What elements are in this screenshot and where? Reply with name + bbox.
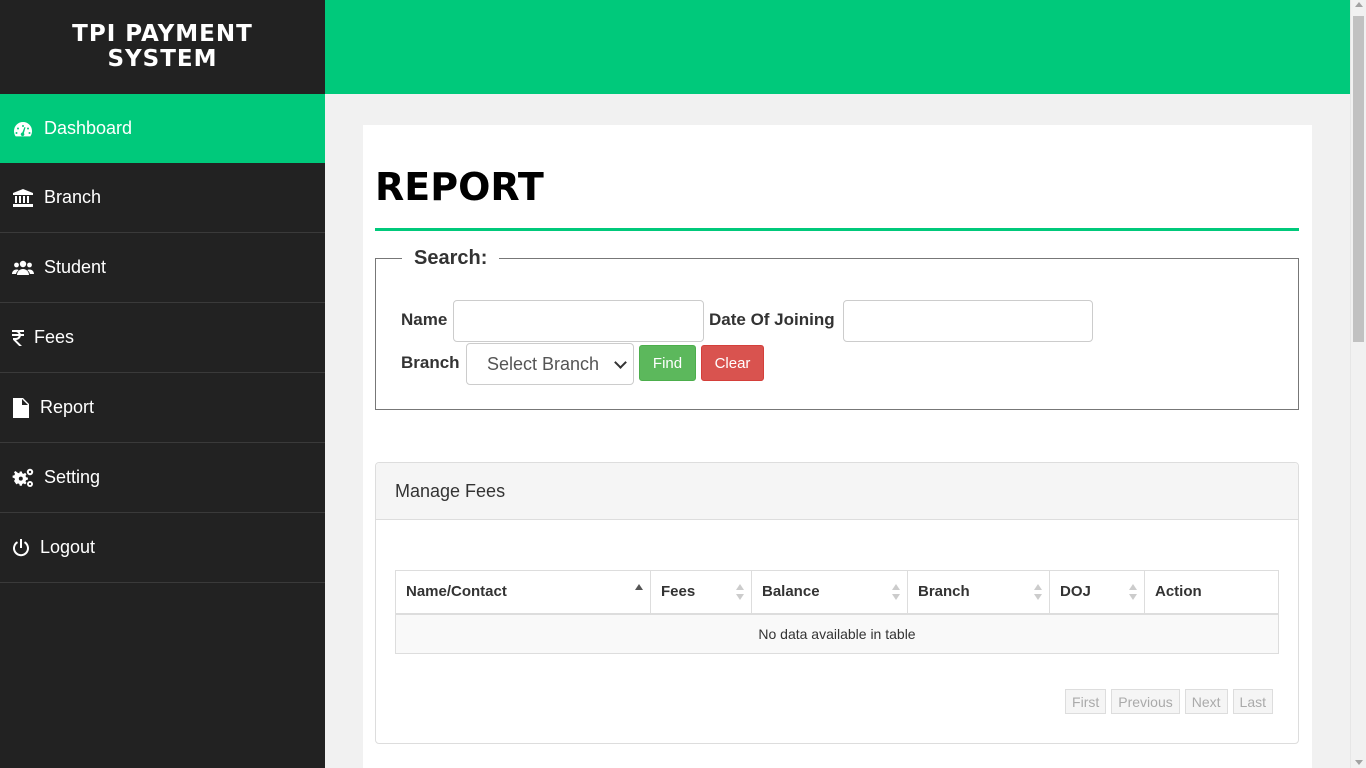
gears-icon — [12, 468, 34, 488]
sidebar-item-student[interactable]: Student — [0, 233, 325, 303]
sidebar-item-label: Logout — [40, 537, 96, 557]
card-title: Manage Fees — [376, 463, 1298, 520]
doj-label: Date Of Joining — [709, 310, 835, 329]
title-divider — [375, 228, 1299, 231]
sidebar-item-fees[interactable]: Fees — [0, 303, 325, 373]
chevron-down-icon — [614, 356, 627, 369]
branch-select-value: Select Branch — [487, 353, 600, 374]
clear-button[interactable]: Clear — [701, 345, 764, 381]
sidebar-item-label: Report — [40, 397, 95, 417]
power-icon — [12, 538, 30, 558]
sidebar-item-logout[interactable]: Logout — [0, 513, 325, 583]
sidebar-item-dashboard[interactable]: Dashboard — [0, 94, 325, 163]
column-header-branch[interactable]: Branch — [907, 570, 1050, 615]
doj-input[interactable] — [843, 300, 1093, 342]
bank-icon — [12, 188, 34, 208]
sort-icon — [892, 584, 900, 600]
sidebar-item-setting[interactable]: Setting — [0, 443, 325, 513]
scrollbar-thumb[interactable] — [1353, 16, 1364, 342]
fees-table: Name/Contact Fees Balance Branch DOJ Act… — [395, 570, 1279, 654]
branch-select[interactable]: Select Branch — [466, 343, 634, 385]
column-header-doj[interactable]: DOJ — [1049, 570, 1145, 615]
column-header-name-contact[interactable]: Name/Contact — [395, 570, 651, 615]
column-header-fees[interactable]: Fees — [650, 570, 752, 615]
table-row: No data available in table — [395, 613, 1279, 654]
scroll-down-icon[interactable] — [1355, 760, 1363, 765]
sort-asc-icon — [635, 584, 643, 600]
sidebar-item-label: Student — [44, 257, 107, 277]
name-label: Name — [401, 310, 448, 329]
top-bar — [325, 0, 1350, 94]
sort-icon — [1034, 584, 1042, 600]
pagination-first-button[interactable]: First — [1065, 689, 1107, 714]
document-icon — [12, 397, 30, 418]
rupee-icon — [12, 328, 24, 348]
sidebar-item-label: Branch — [44, 187, 102, 207]
content-panel: REPORT Search: Name Date Of Joining Bran… — [363, 125, 1312, 768]
dashboard-icon — [12, 119, 34, 139]
search-legend: Search: — [402, 247, 500, 270]
pagination-next-button[interactable]: Next — [1184, 689, 1228, 714]
users-icon — [12, 258, 34, 278]
app-title: TPI PAYMENT SYSTEM — [72, 21, 253, 72]
manage-fees-card: Manage Fees Name/Contact Fees Balance Br… — [375, 462, 1299, 744]
pagination-previous-button[interactable]: Previous — [1111, 689, 1180, 714]
column-header-balance[interactable]: Balance — [751, 570, 908, 615]
sort-icon — [736, 584, 744, 600]
branch-label: Branch — [401, 353, 460, 372]
sidebar-item-branch[interactable]: Branch — [0, 163, 325, 233]
empty-table-message: No data available in table — [395, 613, 1279, 654]
page-title: REPORT — [375, 165, 544, 209]
search-fieldset: Search: Name Date Of Joining Branch Sele… — [375, 247, 1299, 410]
find-button[interactable]: Find — [639, 345, 696, 381]
sort-icon — [1129, 584, 1137, 600]
pagination-last-button[interactable]: Last — [1232, 689, 1273, 714]
scroll-up-icon[interactable] — [1355, 2, 1363, 7]
column-header-action: Action — [1144, 570, 1279, 615]
page-scrollbar[interactable] — [1350, 0, 1366, 768]
sidebar-item-label: Dashboard — [44, 118, 133, 138]
sidebar-item-label: Setting — [44, 467, 101, 487]
sidebar: TPI PAYMENT SYSTEM Dashboard Branch Stud… — [0, 0, 325, 768]
pagination: First Previous Next Last — [1065, 689, 1273, 714]
sidebar-item-label: Fees — [34, 327, 75, 347]
name-input[interactable] — [453, 300, 704, 342]
sidebar-item-report[interactable]: Report — [0, 373, 325, 443]
